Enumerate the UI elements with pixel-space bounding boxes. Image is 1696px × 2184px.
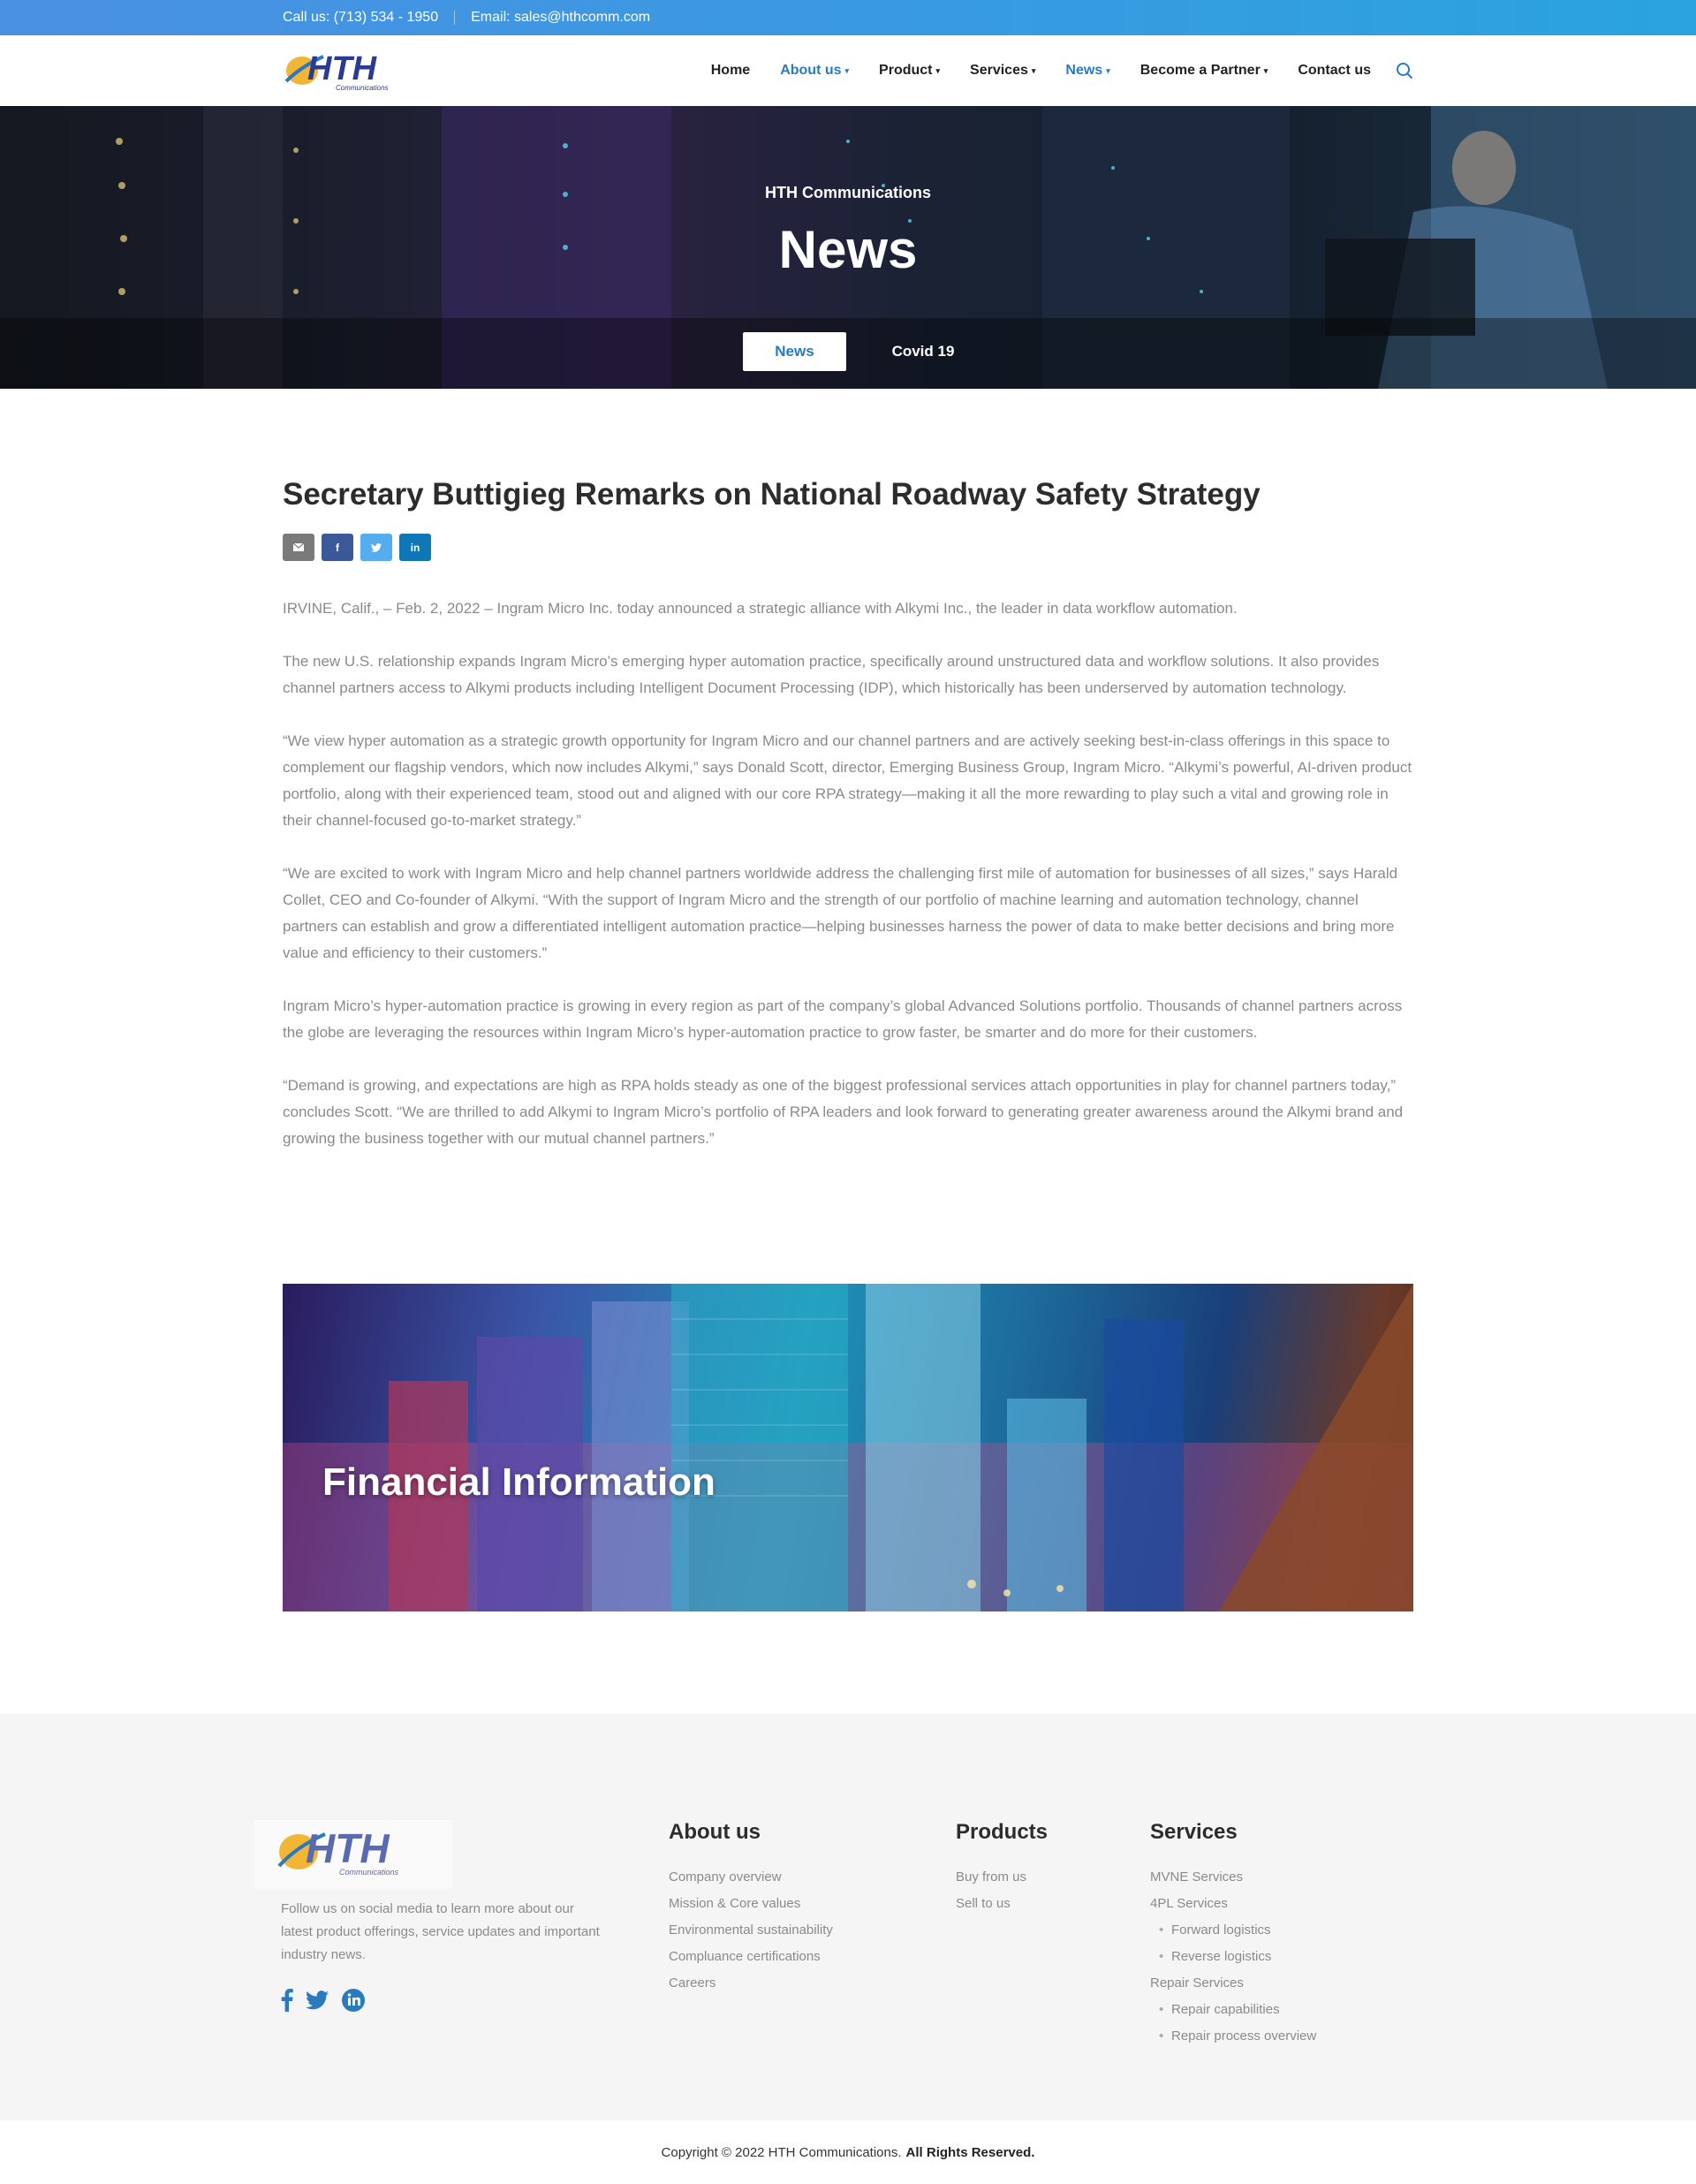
article-paragraph: IRVINE, Calif., – Feb. 2, 2022 – Ingram … [283,600,1238,617]
share-email-button[interactable] [283,534,314,561]
footer-heading: Services [1150,1820,1238,1844]
banner-title: Financial Information [322,1460,716,1504]
chevron-down-icon: ▾ [1263,65,1268,75]
nav-home[interactable]: Home [711,63,750,79]
footer-link-buy[interactable]: Buy from us [956,1864,1048,1891]
footer-heading: Products [956,1820,1049,1844]
linkedin-icon: in [410,541,420,554]
footer-link-repair-process[interactable]: Repair process overview [1150,2023,1316,2050]
share-twitter-button[interactable] [360,534,392,561]
article-body: IRVINE, Calif., – Feb. 2, 2022 – Ingram … [283,595,1413,1179]
chevron-down-icon: ▾ [1106,65,1110,75]
phone-text[interactable]: Call us: (713) 534 - 1950 [283,10,438,26]
footer-social-links [281,1988,378,2013]
tab-covid-19[interactable]: Covid 19 [874,332,972,371]
footer-link-mvne[interactable]: MVNE Services [1150,1864,1316,1891]
nav-about-us[interactable]: About us ▾ [780,63,849,79]
nav-label: Services [970,63,1028,78]
footer-link-4pl[interactable]: 4PL Services [1150,1891,1316,1917]
nav-label: About us [780,63,842,78]
search-icon[interactable] [1396,62,1413,80]
main-nav: Home About us ▾ Product ▾ Services ▾ News ▾ … [681,35,1413,106]
article-paragraph: “We view hyper automation as a strategic… [283,732,1412,829]
nav-label: Home [710,63,751,78]
footer-logo-text: HTH [306,1825,390,1871]
footer-link-repair-services[interactable]: Repair Services [1150,1970,1316,1997]
logo-text: HTH [307,50,378,87]
footer-link-repair-capabilities[interactable]: Repair capabilities [1150,1997,1316,2023]
facebook-icon: f [336,541,339,554]
nav-label: Product [879,63,933,78]
hero-subtitle: HTH Communications [764,184,931,201]
city-skyline-image [283,1284,1413,1611]
nav-news[interactable]: News ▾ [1065,63,1109,79]
nav-label: News [1065,63,1103,78]
article-title: Secretary Buttigieg Remarks on National … [283,477,1261,512]
facebook-icon[interactable] [281,1989,293,2012]
nav-contact-us[interactable]: Contact us [1298,63,1371,79]
footer-products-column: Products Buy from us Sell to us [956,1820,1048,1917]
nav-product[interactable]: Product ▾ [879,63,940,79]
financial-information-banner[interactable]: Financial Information [283,1284,1413,1611]
page-title: News [778,220,918,279]
footer-link-reverse-logistics[interactable]: Reverse logistics [1150,1944,1316,1970]
copyright-text: Copyright © 2022 HTH Communications. [661,2144,902,2160]
footer-link-company-overview[interactable]: Company overview [669,1864,833,1891]
footer-link-environmental[interactable]: Environmental sustainability [669,1917,833,1944]
share-buttons: f in [283,534,438,561]
article-paragraph: “We are excited to work with Ingram Micr… [283,865,1398,961]
share-linkedin-button[interactable]: in [399,534,431,561]
footer-link-certifications[interactable]: Compluance certifications [669,1944,833,1970]
article-paragraph: The new U.S. relationship expands Ingram… [283,653,1380,696]
email-text[interactable]: Email: sales@hthcomm.com [471,10,650,26]
chevron-down-icon: ▾ [844,65,850,75]
logo-subtext: Communications [336,84,389,92]
twitter-icon [371,542,382,552]
footer-link-mission[interactable]: Mission & Core values [669,1891,833,1917]
footer-heading: About us [669,1820,761,1844]
twitter-icon[interactable] [306,1991,329,2010]
chevron-down-icon: ▾ [935,65,941,75]
footer-services-column: Services MVNE Services 4PL Services Forw… [1150,1820,1316,2050]
footer-description: Follow us on social media to learn more … [281,1901,600,1962]
nav-services[interactable]: Services ▾ [970,63,1035,79]
footer-about-column: About us Company overview Mission & Core… [669,1820,833,1997]
divider [454,11,456,25]
copyright-rights: All Rights Reserved. [905,2144,1035,2160]
nav-become-partner[interactable]: Become a Partner ▾ [1140,63,1268,79]
nav-label: Become a Partner [1140,63,1261,78]
linkedin-icon[interactable] [341,1988,366,2013]
footer-hth-logo[interactable]: HTH Communications [254,1820,452,1889]
article-paragraph: Ingram Micro’s hyper-automation practice… [283,997,1403,1041]
footer-link-sell[interactable]: Sell to us [956,1891,1048,1917]
top-contact-bar: Call us: (713) 534 - 1950 Email: sales@h… [0,0,1696,35]
envelope-icon [293,543,304,551]
site-header: HTH Communications Home About us ▾ Produc… [0,35,1696,106]
site-footer: HTH Communications Follow us on social m… [0,1714,1696,2120]
hth-logo[interactable]: HTH Communications [283,48,424,94]
tab-news[interactable]: News [743,332,846,371]
article-paragraph: “Demand is growing, and expectations are… [283,1077,1404,1147]
footer-link-forward-logistics[interactable]: Forward logistics [1150,1917,1316,1944]
share-facebook-button[interactable]: f [322,534,353,561]
chevron-down-icon: ▾ [1031,65,1036,75]
footer-logo-subtext: Communications [339,1868,399,1877]
nav-label: Contact us [1298,63,1371,78]
hero-banner: HTH Communications News News Covid 19 [0,106,1696,389]
footer-link-careers[interactable]: Careers [669,1970,833,1997]
hero-tab-band [0,318,1696,389]
copyright-bar: Copyright © 2022 HTH Communications. All… [0,2120,1696,2184]
